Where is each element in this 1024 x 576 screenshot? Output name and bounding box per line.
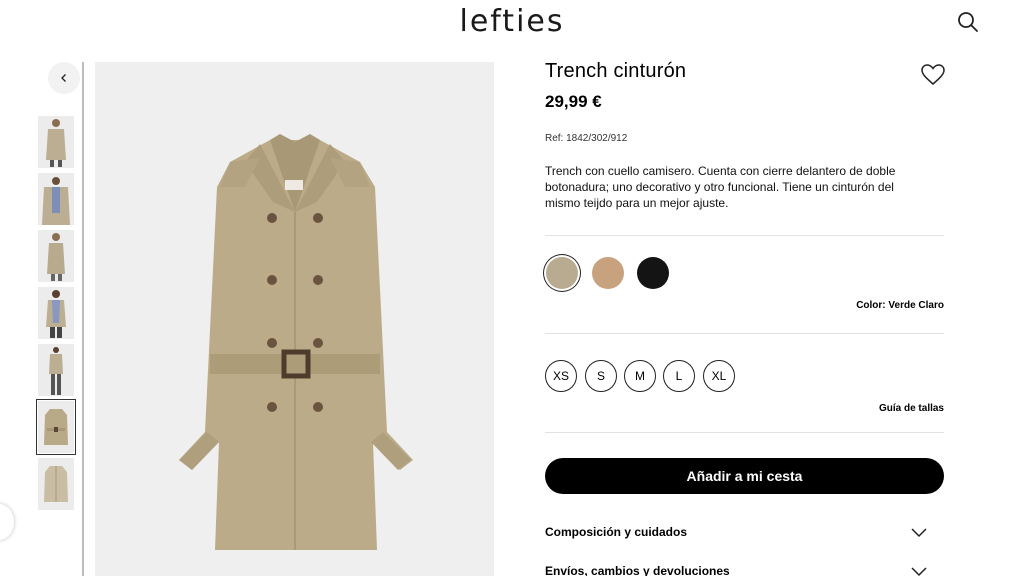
heart-icon[interactable] [920, 62, 946, 88]
thumbnail-3[interactable] [38, 230, 74, 282]
product-main-image[interactable] [95, 62, 494, 576]
product-description: Trench con cuello camisero. Cuenta con c… [545, 164, 896, 210]
search-icon[interactable] [956, 10, 980, 34]
chat-bubble-button[interactable] [0, 504, 14, 540]
thumbnail-7[interactable] [38, 458, 74, 510]
size-option-l[interactable]: L [663, 360, 695, 392]
accordion-composition[interactable]: Composición y cuidados [545, 522, 944, 542]
color-swatch-negro[interactable] [637, 257, 669, 289]
product-reference: Ref: 1842/302/912 [545, 133, 628, 144]
size-option-xs[interactable]: XS [545, 360, 577, 392]
thumbnail-4[interactable] [38, 287, 74, 339]
thumbnail-6[interactable] [36, 399, 76, 455]
add-to-cart-button[interactable]: Añadir a mi cesta [545, 458, 944, 494]
size-option-xl[interactable]: XL [703, 360, 735, 392]
thumbnail-list [36, 116, 76, 515]
accordion-shipping[interactable]: Envíos, cambios y devoluciones [545, 561, 944, 576]
gallery-prev-button[interactable] [48, 62, 80, 94]
size-option-m[interactable]: M [624, 360, 656, 392]
size-guide-link[interactable]: Guía de tallas [545, 403, 944, 414]
product-price: 29,99 € [545, 92, 602, 111]
divider [545, 235, 944, 236]
color-swatch-camel[interactable] [592, 257, 624, 289]
thumbnail-2[interactable] [38, 173, 74, 225]
accordion-label: Composición y cuidados [545, 525, 688, 539]
size-option-s[interactable]: S [585, 360, 617, 392]
divider [545, 333, 944, 334]
chevron-left-icon [61, 74, 66, 82]
divider [545, 432, 944, 433]
product-info: Trench cinturón 29,99 € Ref: 1842/302/91… [545, 60, 945, 211]
chevron-down-icon [911, 567, 927, 576]
selected-color-label: Color: Verde Claro [856, 300, 944, 311]
brand-logo[interactable]: lefties [0, 4, 1024, 39]
thumbnail-5[interactable] [38, 344, 74, 396]
thumbnail-1[interactable] [38, 116, 74, 168]
chevron-down-icon [911, 528, 927, 538]
product-title: Trench cinturón [545, 60, 687, 82]
color-swatch-verde-claro[interactable] [546, 257, 578, 289]
thumbnail-scroll-handle[interactable] [82, 62, 84, 576]
accordion-label: Envíos, cambios y devoluciones [545, 564, 730, 576]
